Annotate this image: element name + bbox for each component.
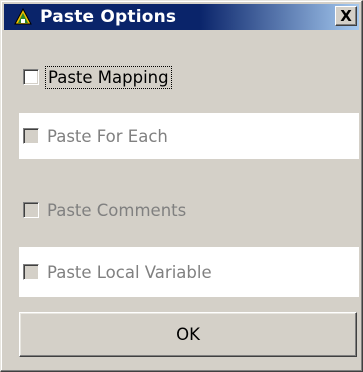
close-button[interactable]: X (335, 6, 357, 26)
option-label: Paste Local Variable (47, 262, 212, 282)
option-label: Paste Comments (47, 200, 187, 220)
ok-button[interactable]: OK (19, 312, 357, 357)
checkbox-paste-for-each (23, 128, 39, 144)
paste-app-icon (12, 7, 34, 27)
option-paste-comments: Paste Comments (19, 187, 359, 233)
option-label: Paste For Each (47, 126, 168, 146)
close-icon: X (340, 6, 352, 25)
dialog-title: Paste Options (40, 7, 177, 27)
checkbox-paste-comments (23, 202, 39, 218)
paste-options-dialog: Paste Options X Paste Mapping Paste For … (0, 0, 363, 372)
title-bar[interactable]: Paste Options X (4, 4, 359, 30)
checkbox-paste-local-variable (23, 264, 39, 280)
ok-button-label: OK (176, 325, 200, 344)
option-label: Paste Mapping (45, 65, 172, 89)
option-paste-local-variable: Paste Local Variable (19, 247, 359, 297)
option-paste-mapping[interactable]: Paste Mapping (19, 61, 359, 93)
checkbox-paste-mapping[interactable] (23, 69, 39, 85)
option-paste-for-each: Paste For Each (19, 113, 359, 159)
